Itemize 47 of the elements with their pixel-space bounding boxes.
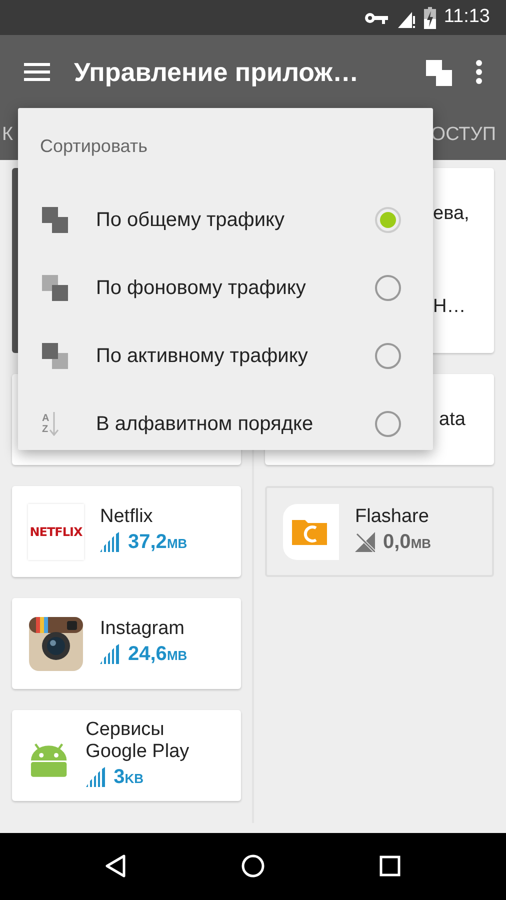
app-name: Сервисы Google Play [86,718,190,762]
app-name: Instagram [100,618,186,640]
battery-charging-icon [424,6,436,28]
menu-icon [24,62,50,82]
app-card[interactable]: NETFLIX Netflix 37,2MB [12,486,241,577]
back-button[interactable] [104,854,128,879]
radio-button[interactable] [375,207,401,233]
stacked-squares-icon [42,275,68,301]
app-name: Flashare [355,506,430,528]
radio-button[interactable] [375,275,401,301]
sort-option[interactable]: По общему трафику [18,186,433,254]
more-options-button[interactable] [476,60,482,85]
stacked-squares-icon [42,343,68,369]
more-icon [476,60,482,84]
app-name: ata [439,408,466,430]
stacked-squares-icon [426,60,452,86]
back-icon [104,854,128,878]
sort-option[interactable]: A Z В алфавитном порядке [18,390,433,458]
recents-button[interactable] [378,854,402,879]
data-usage: 37,2MB [128,530,188,556]
folder-icon [283,504,339,560]
clock-time: 11:13 [444,5,490,30]
camera-icon [28,616,84,672]
home-icon [240,854,265,878]
sort-option[interactable]: По активному трафику [18,322,433,390]
data-usage: 24,6MB [128,642,188,668]
key-icon [364,12,388,24]
app-logo: NETFLIX [28,504,84,560]
app-card[interactable]: Instagram 24,6MB [12,598,241,689]
radio-button[interactable] [375,411,401,437]
app-name: Н… [433,296,467,318]
app-card[interactable]: Сервисы Google Play 3KB [12,710,241,801]
sort-option[interactable]: По фоновому трафику [18,254,433,322]
data-usage: 3KB [114,765,144,790]
stacked-squares-icon [42,207,68,233]
menu-title: Сортировать [39,135,149,158]
recents-icon [378,854,402,878]
app-name: Netflix [100,506,154,528]
app-name: ева, [433,203,470,226]
app-card[interactable]: Flashare 0,0MB [265,486,494,577]
tab[interactable]: К [2,120,14,150]
home-button[interactable] [240,854,265,879]
screen-title: Управление прилож… [74,56,360,89]
tab[interactable]: ОСТУП [430,120,496,150]
radio-button[interactable] [375,343,401,369]
data-usage: 0,0MB [383,530,432,556]
sort-button[interactable] [426,60,452,86]
